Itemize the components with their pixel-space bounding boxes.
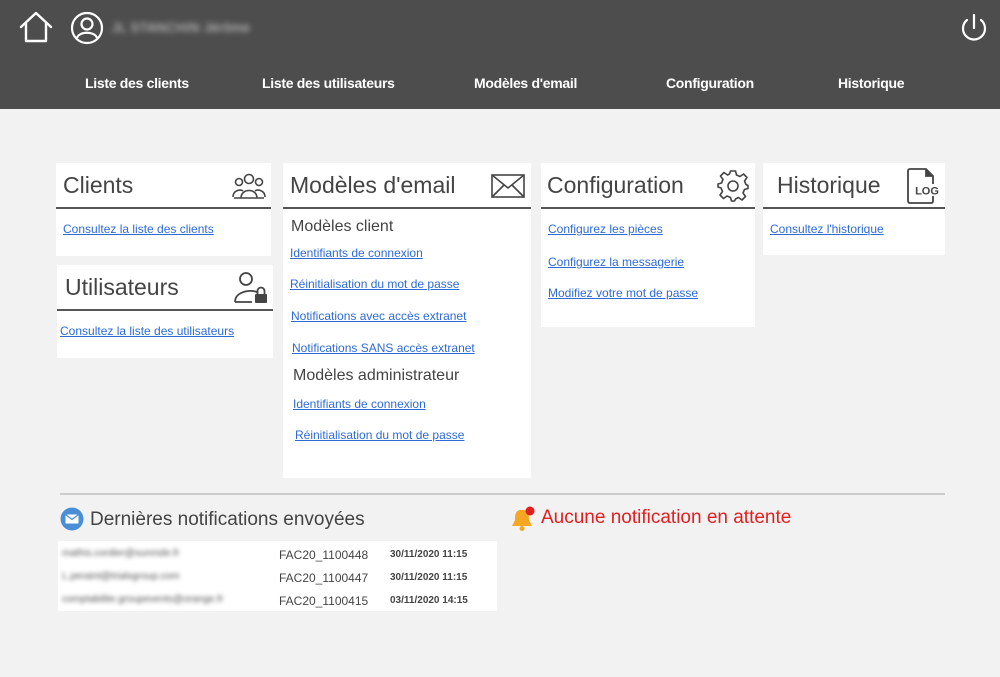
table-row[interactable]: comptabilite.groupevents@orange.fr FAC20… <box>58 589 497 611</box>
table-row[interactable]: L.peraint@trialsgroup.com FAC20_1100447 … <box>58 566 497 588</box>
link-modifiez-mot-de-passe[interactable]: Modifiez votre mot de passe <box>548 286 698 300</box>
link-client-notif-avec-extranet[interactable]: Notifications avec accès extranet <box>291 309 466 323</box>
modeles-email-card: Modèles d'email Modèles client Identifia… <box>283 163 531 478</box>
user-lock-icon <box>234 272 267 303</box>
notifications-table: mathis.cordier@sunmde.fr FAC20_1100448 3… <box>58 541 497 611</box>
configuration-card: Configuration Configurez les pièces Conf… <box>541 163 755 327</box>
section-divider <box>60 493 945 495</box>
row-date: 03/11/2020 14:15 <box>390 595 468 606</box>
row-date: 30/11/2020 11:15 <box>390 572 468 583</box>
link-configurez-messagerie[interactable]: Configurez la messagerie <box>548 255 684 269</box>
log-file-icon: LOG <box>907 168 941 204</box>
bell-icon <box>512 506 535 531</box>
link-admin-identifiants[interactable]: Identifiants de connexion <box>293 397 426 411</box>
username-label: JL STANCHIN Jérôme <box>112 20 251 35</box>
notifications-title: Dernières notifications envoyées <box>90 509 365 530</box>
historique-card-header: Historique LOG <box>763 163 945 209</box>
modeles-card-header: Modèles d'email <box>283 163 531 209</box>
link-liste-clients[interactable]: Consultez la liste des clients <box>63 222 214 236</box>
gear-icon <box>717 170 749 202</box>
row-email: L.peraint@trialsgroup.com <box>62 571 180 582</box>
utilisateurs-card: Utilisateurs Consultez la liste des util… <box>57 265 273 358</box>
table-row[interactable]: mathis.cordier@sunmde.fr FAC20_1100448 3… <box>58 543 497 565</box>
modeles-title: Modèles d'email <box>290 172 456 198</box>
link-consultez-historique[interactable]: Consultez l'historique <box>770 222 884 236</box>
nav-liste-clients[interactable]: Liste des clients <box>85 75 189 91</box>
clients-title: Clients <box>63 172 134 198</box>
utilisateurs-title: Utilisateurs <box>65 274 179 300</box>
link-client-reinit-mdp[interactable]: Réinitialisation du mot de passe <box>290 277 459 291</box>
link-admin-reinit-mdp[interactable]: Réinitialisation du mot de passe <box>295 428 464 442</box>
envelope-icon <box>491 174 525 198</box>
configuration-title: Configuration <box>547 172 684 198</box>
row-reference: FAC20_1100447 <box>279 571 369 585</box>
nav-liste-utilisateurs[interactable]: Liste des utilisateurs <box>262 75 395 91</box>
power-icon[interactable] <box>957 11 991 45</box>
user-avatar-icon[interactable] <box>70 11 104 45</box>
modeles-admin-heading: Modèles administrateur <box>293 367 460 384</box>
link-liste-utilisateurs[interactable]: Consultez la liste des utilisateurs <box>60 324 234 338</box>
row-email: mathis.cordier@sunmde.fr <box>62 548 180 559</box>
clients-card-header: Clients <box>56 163 271 209</box>
users-group-icon <box>232 173 266 199</box>
nav-modeles-email[interactable]: Modèles d'email <box>474 75 577 91</box>
historique-title: Historique <box>777 172 881 198</box>
home-icon[interactable] <box>18 10 54 44</box>
historique-card: Historique LOG Consultez l'historique <box>763 163 945 255</box>
link-client-notif-sans-extranet[interactable]: Notifications SANS accès extranet <box>292 341 475 355</box>
nav-historique[interactable]: Historique <box>838 75 905 91</box>
pending-notifications-text: Aucune notification en attente <box>541 507 792 528</box>
nav-configuration[interactable]: Configuration <box>666 75 754 91</box>
modeles-client-heading: Modèles client <box>291 218 394 235</box>
row-reference: FAC20_1100415 <box>279 594 369 608</box>
envelope-circle-icon <box>60 507 84 531</box>
log-icon-text: LOG <box>915 186 939 198</box>
utilisateurs-card-header: Utilisateurs <box>57 265 273 311</box>
row-email: comptabilite.groupevents@orange.fr <box>62 594 224 605</box>
top-bar: JL STANCHIN Jérôme Liste des clients Lis… <box>0 0 1000 109</box>
row-date: 30/11/2020 11:15 <box>390 549 468 560</box>
link-configurez-pieces[interactable]: Configurez les pièces <box>548 222 663 236</box>
clients-card: Clients Consultez la liste des clients <box>56 163 271 256</box>
row-reference: FAC20_1100448 <box>279 548 369 562</box>
configuration-card-header: Configuration <box>541 163 755 209</box>
link-client-identifiants[interactable]: Identifiants de connexion <box>290 246 423 260</box>
